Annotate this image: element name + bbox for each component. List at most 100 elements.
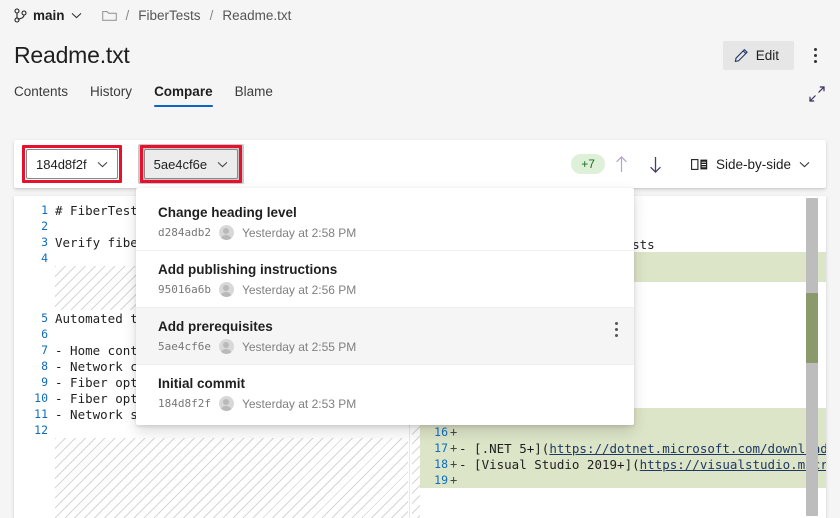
commit-item-body: Change heading level d284adb2 Yesterday … [158,204,618,240]
chevron-down-icon [97,161,108,168]
base-commit-annotation: 184d8f2f [26,149,118,179]
line-number: 7 [14,343,55,357]
page-title: Readme.txt [14,42,130,69]
page-root: main / FiberTests / Readme.txt Readme.tx… [0,0,840,518]
breadcrumb: main / FiberTests / Readme.txt [0,0,840,30]
commit-time: Yesterday at 2:55 PM [242,340,356,354]
commit-item-body: Add prerequisites 5ae4cf6e Yesterday at … [158,318,615,354]
target-commit-annotation: 5ae4cf6e [144,149,239,179]
line-number: 5 [14,311,55,325]
more-vertical-icon-dot [615,328,618,331]
commit-time: Yesterday at 2:56 PM [242,283,356,297]
diff-count-badge: +7 [571,154,605,174]
target-commit-selector[interactable]: 5ae4cf6e [144,149,239,179]
arrow-down-icon [648,155,663,174]
tab-history[interactable]: History [79,84,143,110]
code-line: 19+ [412,472,826,488]
breadcrumb-file-link[interactable]: Readme.txt [222,8,291,23]
branch-selector[interactable]: main [14,8,82,23]
commit-message: Add publishing instructions [158,261,618,279]
more-options-button[interactable] [804,41,826,69]
breadcrumb-separator-1: / [126,8,130,23]
expand-diagonal-icon[interactable] [808,84,826,108]
breadcrumb-repo-link[interactable]: FiberTests [138,8,200,23]
line-number: 10 [14,391,55,405]
chevron-down-icon [71,12,82,19]
avatar-icon [219,339,234,354]
view-mode-selector[interactable]: Side-by-side [687,153,814,176]
scrollbar-thumb[interactable] [806,293,818,363]
more-vertical-icon-dot [615,322,618,325]
chevron-down-icon [799,161,810,168]
commit-meta: 184d8f2f Yesterday at 2:53 PM [158,396,618,411]
commit-hash: 95016a6b [158,283,211,296]
next-diff-button[interactable] [639,149,673,179]
commit-menu-item-selected[interactable]: Add prerequisites 5ae4cf6e Yesterday at … [136,308,634,365]
line-number: 3 [14,235,55,249]
link-url[interactable]: https://dotnet.microsoft.com/download [549,441,826,456]
vertical-scrollbar[interactable] [806,198,818,516]
tab-compare[interactable]: Compare [143,84,224,110]
avatar-icon [219,225,234,240]
commit-dropdown-menu: Change heading level d284adb2 Yesterday … [136,188,634,425]
commit-time: Yesterday at 2:53 PM [242,397,356,411]
commit-message: Add prerequisites [158,318,615,336]
more-vertical-icon-dot [814,48,817,51]
line-content: - [.NET 5+](https://dotnet.microsoft.com… [459,441,826,456]
commit-menu-item[interactable]: Change heading level d284adb2 Yesterday … [136,194,634,251]
diff-sign: + [450,457,459,471]
line-number: 11 [14,407,55,421]
line-text-plain: - [.NET 5+]( [459,441,549,456]
commit-message: Change heading level [158,204,618,222]
line-text-plain: - [Visual Studio 2019+]( [459,457,640,472]
diff-sign: + [450,473,459,487]
diff-sign: + [450,441,459,455]
target-commit-label: 5ae4cf6e [154,157,208,172]
base-commit-label: 184d8f2f [36,157,87,172]
commit-hash: d284adb2 [158,226,211,239]
line-number: 2 [14,219,55,233]
line-number: 8 [14,359,55,373]
code-line: 16+ [412,424,826,440]
more-vertical-icon-dot [814,54,817,57]
commit-item-body: Add publishing instructions 95016a6b Yes… [158,261,618,297]
branch-icon [14,8,27,23]
link-url[interactable]: https://visualstudio.microsoft [640,457,826,472]
pencil-icon [734,48,749,63]
chevron-down-icon [217,161,228,168]
view-mode-label: Side-by-side [716,157,791,172]
tab-blame[interactable]: Blame [224,84,284,110]
tab-contents[interactable]: Contents [14,84,79,110]
folder-icon [102,9,117,22]
commit-time: Yesterday at 2:58 PM [242,226,356,240]
code-line: 18+- [Visual Studio 2019+](https://visua… [412,456,826,472]
side-by-side-icon [691,158,708,171]
previous-diff-button[interactable] [605,149,639,179]
tab-bar: Contents History Compare Blame [0,84,840,120]
diff-sign: + [450,425,459,439]
breadcrumb-separator-2: / [210,8,214,23]
commit-message: Initial commit [158,375,618,393]
commit-item-body: Initial commit 184d8f2f Yesterday at 2:5… [158,375,618,411]
line-number: 4 [14,251,55,265]
edit-button[interactable]: Edit [723,41,794,70]
more-vertical-icon-dot [814,60,817,63]
commit-meta: d284adb2 Yesterday at 2:58 PM [158,225,618,240]
commit-menu-item[interactable]: Initial commit 184d8f2f Yesterday at 2:5… [136,365,634,421]
avatar-icon [219,396,234,411]
commit-meta: 95016a6b Yesterday at 2:56 PM [158,282,618,297]
commit-hash: 184d8f2f [158,397,211,410]
commit-hash: 5ae4cf6e [158,340,211,353]
line-number: 1 [14,203,55,217]
avatar-icon [219,282,234,297]
arrow-up-icon [614,155,629,174]
edit-button-label: Edit [756,48,779,63]
line-number: 12 [14,423,55,437]
line-content: - [Visual Studio 2019+](https://visualst… [459,457,826,472]
code-line: 17+- [.NET 5+](https://dotnet.microsoft.… [412,440,826,456]
commit-menu-item[interactable]: Add publishing instructions 95016a6b Yes… [136,251,634,308]
line-number: 9 [14,375,55,389]
commit-item-more-button[interactable] [615,318,618,337]
target-commit-pressed-wrapper: 5ae4cf6e [138,144,245,184]
base-commit-selector[interactable]: 184d8f2f [26,149,118,179]
